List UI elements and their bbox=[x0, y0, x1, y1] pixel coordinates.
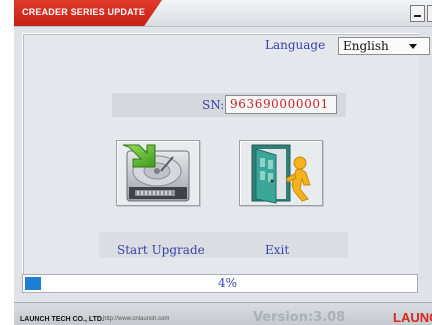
start-upgrade-button[interactable] bbox=[116, 140, 200, 206]
serial-number-field: 963690000001 bbox=[225, 95, 337, 114]
version-label: Version:3.08 bbox=[253, 310, 346, 325]
desktop-background bbox=[0, 0, 14, 325]
language-selected-value: English bbox=[343, 39, 389, 53]
language-label: Language bbox=[265, 38, 326, 52]
serial-number-label: SN: bbox=[202, 98, 225, 112]
title-bar: CREADER SERIES UPDATE bbox=[14, 0, 432, 27]
progress-fill bbox=[25, 277, 41, 290]
brand-logo: LAUNC bbox=[393, 310, 432, 325]
exit-door-icon bbox=[251, 144, 311, 204]
exit-button[interactable] bbox=[239, 140, 323, 206]
company-name: LAUNCH TECH CO., LTD. bbox=[20, 316, 104, 323]
serial-number-value: 963690000001 bbox=[230, 97, 329, 111]
window-title: CREADER SERIES UPDATE bbox=[22, 7, 146, 17]
start-upgrade-label[interactable]: Start Upgrade bbox=[117, 243, 205, 257]
minimize-button[interactable] bbox=[410, 5, 425, 22]
exit-label[interactable]: Exit bbox=[265, 243, 289, 257]
close-button[interactable] bbox=[427, 5, 432, 22]
chevron-down-icon bbox=[409, 44, 417, 49]
website-link[interactable]: http://www.cnlaunch.com bbox=[103, 316, 169, 322]
language-select[interactable]: English bbox=[338, 37, 430, 55]
hard-drive-download-icon bbox=[122, 144, 190, 202]
progress-percent: 4% bbox=[218, 276, 238, 290]
minimize-icon bbox=[414, 15, 421, 17]
